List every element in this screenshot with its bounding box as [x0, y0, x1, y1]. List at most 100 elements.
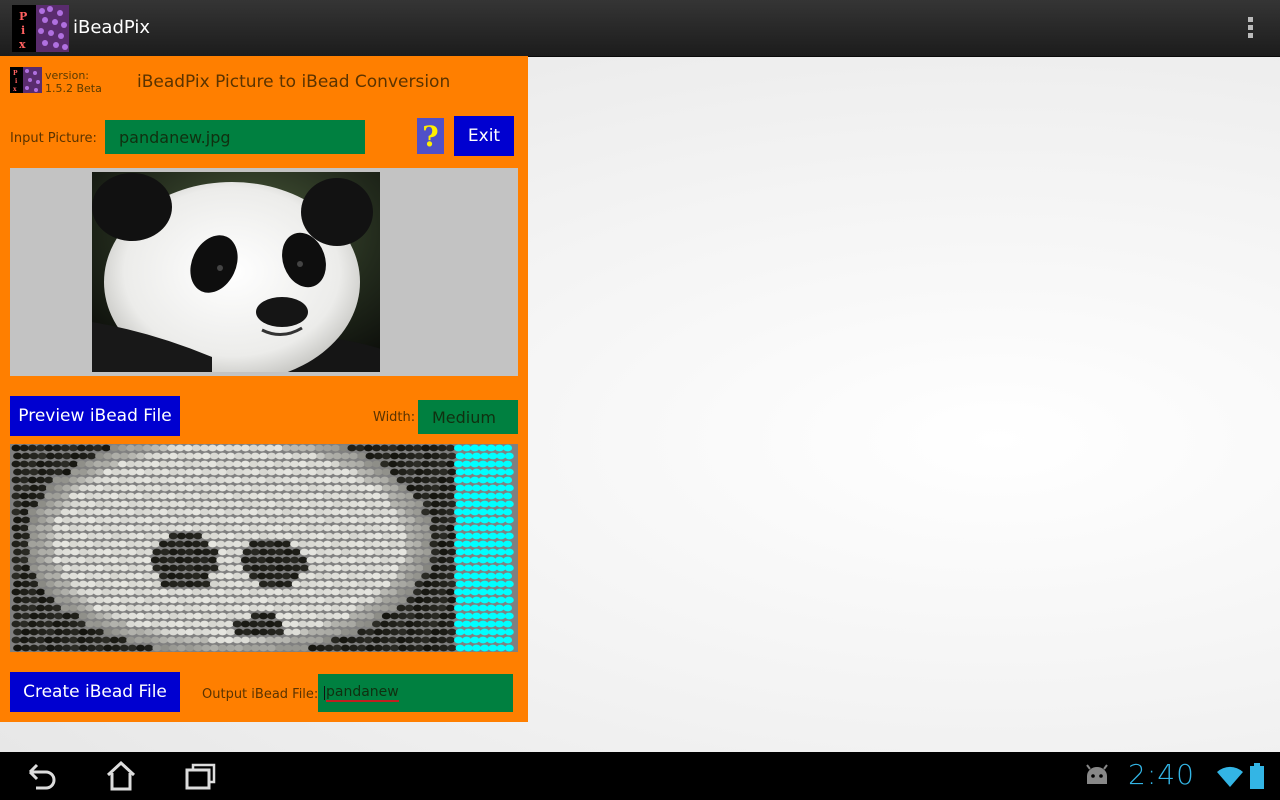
bead: [68, 588, 78, 596]
bead: [144, 516, 154, 524]
bead: [37, 500, 47, 508]
bead: [332, 484, 342, 492]
bead: [27, 460, 37, 468]
bead: [183, 572, 193, 580]
bead: [191, 508, 201, 516]
bead: [445, 556, 455, 564]
bead: [381, 612, 391, 620]
bead: [201, 580, 211, 588]
bead: [306, 444, 316, 452]
bead: [267, 564, 277, 572]
bead: [283, 484, 293, 492]
input-picture-field[interactable]: pandanew.jpg: [105, 120, 365, 154]
bead: [406, 532, 416, 540]
bead: [298, 588, 308, 596]
bead: [101, 588, 111, 596]
bead: [118, 572, 127, 580]
bead: [365, 644, 375, 652]
bead: [103, 452, 113, 460]
preview-ibead-file-button[interactable]: Preview iBead File: [10, 396, 180, 436]
bead: [86, 468, 96, 476]
bead: [478, 540, 488, 548]
bead: [365, 484, 375, 492]
bead: [339, 508, 349, 516]
bead: [324, 548, 334, 556]
create-ibead-file-button[interactable]: Create iBead File: [10, 672, 180, 712]
bead: [431, 564, 440, 572]
bead: [29, 516, 39, 524]
bead: [373, 580, 383, 588]
bead: [159, 556, 168, 564]
bead: [349, 468, 359, 476]
battery-icon: [1250, 763, 1264, 789]
bead: [209, 516, 219, 524]
bead: [455, 484, 465, 492]
bead: [103, 532, 113, 540]
bead: [324, 628, 334, 636]
help-button[interactable]: ?: [417, 118, 444, 154]
bead: [437, 540, 447, 548]
bead: [240, 460, 250, 468]
bead: [299, 516, 309, 524]
bead: [54, 452, 64, 460]
bead: [37, 596, 47, 604]
bead: [398, 548, 408, 556]
bead: [177, 484, 186, 492]
bead: [355, 444, 365, 452]
overflow-menu-icon[interactable]: [1248, 17, 1254, 39]
bead: [134, 620, 144, 628]
bead: [455, 532, 465, 540]
bead: [242, 580, 252, 588]
bead: [36, 492, 46, 500]
bead: [177, 548, 186, 556]
bead: [299, 580, 309, 588]
bead: [68, 636, 78, 644]
bead: [127, 580, 137, 588]
bead: [85, 540, 95, 548]
bead: [13, 628, 23, 636]
bead: [242, 484, 252, 492]
bead: [332, 580, 342, 588]
recent-apps-icon[interactable]: [184, 760, 218, 792]
bead: [250, 484, 260, 492]
bead: [216, 524, 226, 532]
bead: [54, 516, 64, 524]
back-icon[interactable]: [24, 760, 58, 792]
bead: [496, 580, 506, 588]
bead: [503, 524, 513, 532]
bead: [355, 636, 365, 644]
bead: [200, 508, 209, 516]
bead: [439, 516, 449, 524]
bead: [454, 460, 463, 468]
bead: [306, 540, 316, 548]
bead: [314, 604, 324, 612]
bead: [486, 492, 496, 500]
bead: [414, 484, 424, 492]
bead: [86, 596, 96, 604]
bead: [77, 604, 86, 612]
bead: [421, 540, 431, 548]
bead: [159, 524, 168, 532]
bead: [208, 620, 218, 628]
bead: [249, 588, 259, 596]
bead: [19, 604, 29, 612]
width-select[interactable]: Medium: [418, 400, 518, 434]
bead: [445, 508, 455, 516]
bead: [357, 468, 367, 476]
bead: [126, 460, 136, 468]
app-logo-icon[interactable]: P i x: [12, 5, 69, 52]
bead: [445, 524, 455, 532]
bead: [455, 564, 465, 572]
bead: [431, 628, 440, 636]
bead: [11, 492, 21, 500]
bead: [216, 588, 226, 596]
bead: [177, 452, 186, 460]
bead: [472, 532, 481, 540]
output-file-field[interactable]: pandanew: [318, 674, 513, 712]
bead: [21, 516, 31, 524]
home-icon[interactable]: [104, 760, 138, 792]
exit-button[interactable]: Exit: [454, 116, 514, 156]
bead: [306, 476, 316, 484]
bead: [488, 500, 498, 508]
bead: [77, 444, 86, 452]
